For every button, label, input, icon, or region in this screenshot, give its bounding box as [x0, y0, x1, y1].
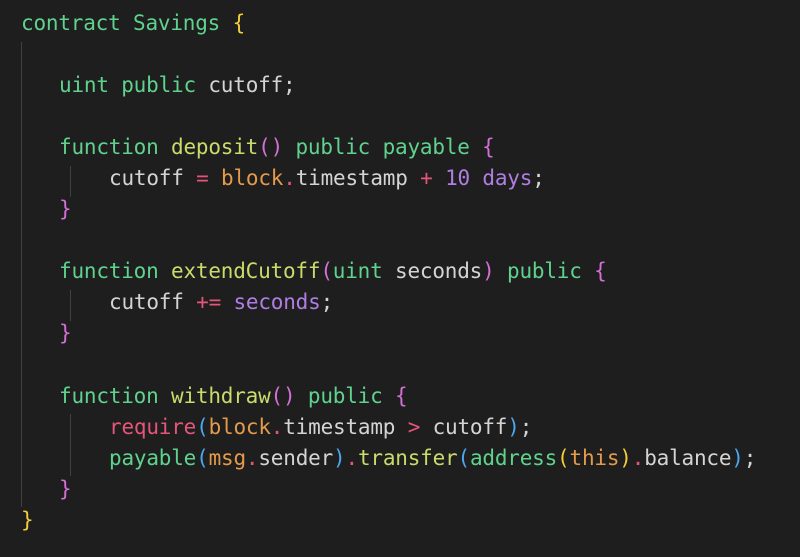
bracket: (	[320, 259, 333, 283]
parameter: seconds	[395, 259, 483, 283]
bracket: )	[619, 446, 632, 470]
builtin-function: require	[109, 415, 197, 439]
keyword: public	[121, 73, 196, 97]
punctuation: ;	[532, 166, 545, 190]
this-keyword: this	[569, 446, 620, 470]
parameter: seconds	[233, 290, 321, 314]
operator: .	[631, 446, 645, 470]
code-line-3[interactable]: function deposit() public payable {	[59, 132, 495, 163]
object: msg	[208, 446, 247, 470]
keyword: function	[59, 384, 159, 408]
code-line-12[interactable]: }	[59, 474, 72, 505]
bracket: {	[395, 384, 408, 408]
function-name: transfer	[357, 446, 458, 470]
code-line-4[interactable]: cutoff = block.timestamp + 10 days;	[109, 163, 545, 194]
operator: .	[345, 446, 358, 470]
object: block	[208, 415, 271, 439]
bracket: }	[21, 508, 34, 532]
code-line-5[interactable]: }	[59, 194, 72, 225]
function-name: extendCutoff	[171, 259, 321, 283]
type: uint	[59, 73, 109, 97]
bracket: (	[557, 446, 570, 470]
code-line-2[interactable]: uint public cutoff;	[59, 70, 296, 101]
keyword: payable	[382, 135, 470, 159]
code-line-9[interactable]: function withdraw() public {	[59, 381, 408, 412]
bracket: )	[507, 415, 520, 439]
operator: .	[270, 415, 284, 439]
bracket: )	[283, 384, 296, 408]
bracket: {	[482, 135, 495, 159]
number: 10	[445, 166, 470, 190]
keyword: public	[307, 384, 383, 408]
keyword: function	[59, 135, 159, 159]
code-line-6[interactable]: function extendCutoff(uint seconds) publ…	[59, 256, 607, 287]
bracket: )	[482, 259, 495, 283]
code-line-1[interactable]: contract Savings {	[21, 8, 245, 39]
bracket: )	[333, 446, 346, 470]
identifier: cutoff	[208, 73, 284, 97]
identifier: timestamp	[283, 415, 396, 439]
bracket: (	[196, 446, 209, 470]
identifier: cutoff	[109, 290, 184, 314]
type: uint	[332, 259, 383, 283]
identifier: timestamp	[295, 166, 408, 190]
punctuation: ;	[519, 415, 533, 439]
identifier: cutoff	[109, 166, 184, 190]
punctuation: ;	[743, 446, 757, 470]
keyword: payable	[109, 446, 197, 470]
bracket: }	[59, 197, 72, 221]
code-line-11[interactable]: payable(msg.sender).transfer(address(thi…	[109, 443, 756, 474]
bracket: (	[258, 135, 271, 159]
operator: .	[245, 446, 259, 470]
function-name: withdraw	[171, 384, 271, 408]
keyword: public	[507, 259, 582, 283]
operator: .	[283, 166, 296, 190]
bracket: }	[59, 321, 72, 345]
code-line-10[interactable]: require(block.timestamp > cutoff);	[109, 412, 532, 443]
contract-name: Savings	[133, 11, 221, 35]
operator: +=	[196, 290, 222, 314]
keyword: public	[295, 135, 371, 159]
indent-guide	[21, 42, 22, 507]
bracket: (	[270, 384, 284, 408]
indent-guide	[70, 414, 71, 476]
identifier: cutoff	[432, 415, 508, 439]
object: block	[221, 166, 284, 190]
code-line-13[interactable]: }	[21, 505, 34, 536]
function-name: deposit	[171, 135, 259, 159]
keyword: function	[59, 259, 159, 283]
operator: +	[420, 166, 433, 190]
identifier: sender	[258, 446, 334, 470]
identifier: balance	[644, 446, 732, 470]
unit: days	[482, 166, 533, 190]
bracket: )	[270, 135, 284, 159]
bracket: (	[457, 446, 470, 470]
bracket: {	[594, 259, 607, 283]
bracket: }	[59, 477, 72, 501]
bracket: (	[196, 415, 209, 439]
bracket: {	[232, 11, 246, 35]
keyword: contract	[21, 11, 121, 35]
punctuation: ;	[283, 73, 296, 97]
operator: >	[407, 415, 421, 439]
code-line-8[interactable]: }	[59, 318, 72, 349]
punctuation: ;	[320, 290, 334, 314]
indent-guide	[70, 290, 71, 321]
code-editor[interactable]: contract Savings { uint public cutoff; f…	[0, 0, 800, 557]
code-line-7[interactable]: cutoff += seconds;	[109, 287, 333, 318]
type: address	[469, 446, 558, 470]
indent-guide	[70, 166, 71, 197]
operator: =	[196, 166, 209, 190]
bracket: )	[731, 446, 744, 470]
